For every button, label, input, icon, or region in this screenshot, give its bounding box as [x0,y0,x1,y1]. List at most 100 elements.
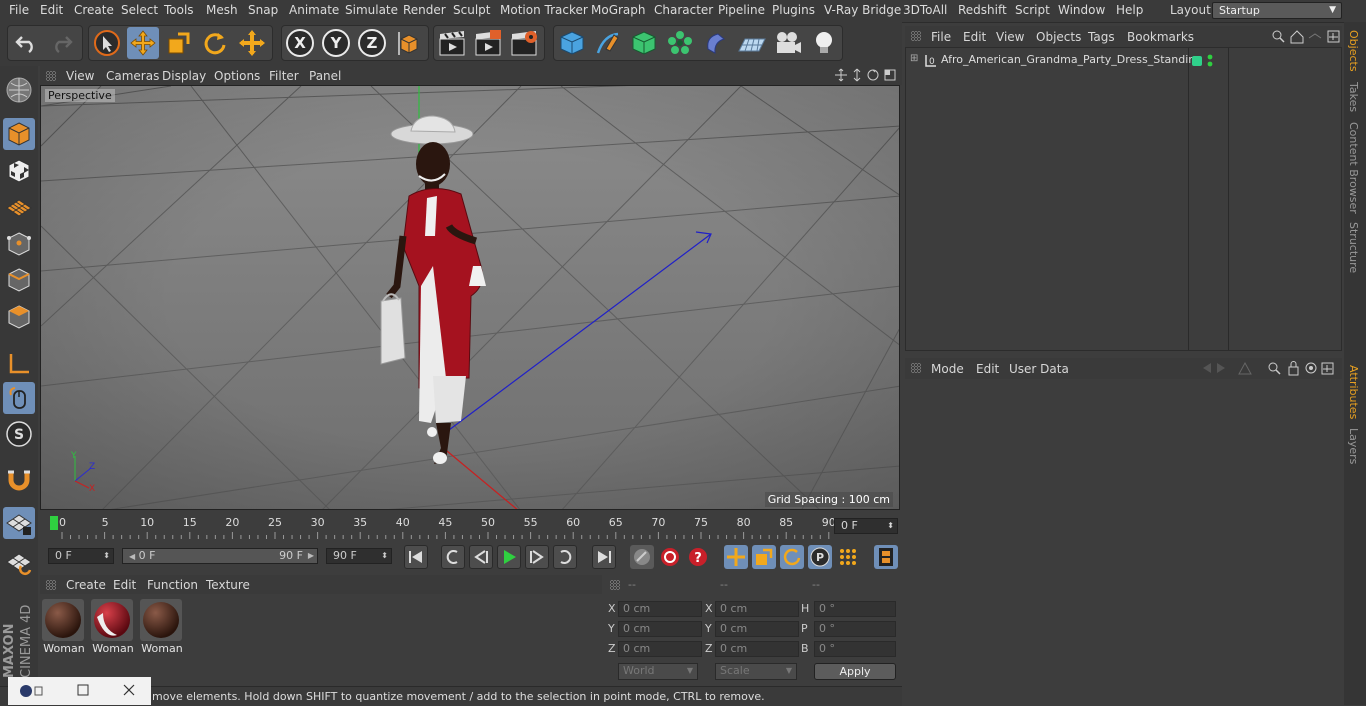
previous-key-button[interactable] [441,545,465,569]
x-axis-lock-button[interactable]: X [284,27,316,59]
rotation-p-field[interactable]: 0 ° [814,621,896,637]
rotation-h-field[interactable]: 0 ° [814,601,896,617]
menu-vray-bridge[interactable]: V-Ray Bridge [824,3,901,17]
tab-attributes[interactable]: Attributes [1347,365,1360,419]
attributes-menu-user-data[interactable]: User Data [1009,362,1069,376]
play-button[interactable] [497,545,521,569]
live-selection-button[interactable] [91,27,123,59]
viewport-nav-icons[interactable] [834,68,900,83]
menu-mograph[interactable]: MoGraph [591,3,646,17]
model-mode-button[interactable] [3,118,35,150]
scale-select[interactable]: Scale ▼ [715,663,797,680]
workplane-lock-button[interactable] [3,507,35,539]
record-keys-button[interactable] [630,545,654,569]
attributes-menu-mode[interactable]: Mode [931,362,964,376]
viewport-menu-view[interactable]: View [66,69,94,83]
render-settings-button[interactable] [508,27,540,59]
previous-frame-button[interactable] [469,545,493,569]
polygons-mode-button[interactable] [3,301,35,333]
render-view-button[interactable] [436,27,468,59]
close-icon[interactable] [122,683,136,697]
redo-button[interactable] [46,27,78,59]
menu-snap[interactable]: Snap [248,3,278,17]
coordinate-system-button[interactable] [393,27,425,59]
workplane-snap-button[interactable] [3,546,35,578]
visibility-dots-icon[interactable] [1206,54,1214,68]
objects-menu-objects[interactable]: Objects [1036,30,1081,44]
key-pla-button[interactable] [836,545,860,569]
menu-window[interactable]: Window [1058,3,1105,17]
menu-edit[interactable]: Edit [40,3,63,17]
move-tool-button[interactable] [127,27,159,59]
light-button[interactable] [808,27,840,59]
tab-takes[interactable]: Takes [1347,82,1360,112]
key-parameter-button[interactable]: P [808,545,832,569]
objects-menu-file[interactable]: File [931,30,951,44]
end-frame-field[interactable]: 90 F ⬍ [326,548,392,564]
make-editable-button[interactable] [3,74,35,106]
app-restore-icon[interactable] [18,683,44,699]
start-frame-field[interactable]: 0 F ⬍ [48,548,114,564]
tab-layers[interactable]: Layers [1347,428,1360,464]
key-scale-button[interactable] [752,545,776,569]
menu-3dtoall[interactable]: 3DToAll [903,3,947,17]
material-swatch[interactable]: Woman [42,599,86,655]
menu-script[interactable]: Script [1015,3,1050,17]
menu-select[interactable]: Select [121,3,158,17]
deformer-button[interactable] [700,27,732,59]
solo-button[interactable]: S [3,418,35,450]
tweak-mode-button[interactable] [3,382,35,414]
menu-render[interactable]: Render [403,3,446,17]
cloner-button[interactable] [664,27,696,59]
timeline-ruler[interactable]: 0 5 10 15 20 25 30 35 40 45 50 55 60 65 70 75 80 85 90 0 F… [40,512,902,542]
menu-sculpt[interactable]: Sculpt [453,3,490,17]
position-z-field[interactable]: 0 cm [618,641,702,657]
menu-file[interactable]: File [9,3,29,17]
workplane-mode-button[interactable] [3,191,35,223]
camera-label[interactable]: Perspective [45,89,115,102]
key-rotation-button[interactable] [780,545,804,569]
rotate-tool-button[interactable] [199,27,231,59]
menu-pipeline[interactable]: Pipeline [718,3,765,17]
object-manager-nav-icons[interactable] [1271,29,1341,44]
objects-menu-edit[interactable]: Edit [963,30,986,44]
expand-icon[interactable]: ⊞ [910,53,918,64]
current-frame-field[interactable]: 0 F ⬍ [834,518,898,534]
next-key-button[interactable] [553,545,577,569]
material-menu-texture[interactable]: Texture [206,578,250,592]
menu-help[interactable]: Help [1116,3,1143,17]
autokeying-button[interactable] [658,545,682,569]
go-to-start-button[interactable] [404,545,428,569]
scale-tool-button[interactable] [163,27,195,59]
menu-tools[interactable]: Tools [164,3,194,17]
render-picture-viewer-button[interactable] [472,27,504,59]
material-menu-function[interactable]: Function [147,578,198,592]
viewport-perspective[interactable]: Y Z X Perspective Grid Spacing : 100 cm [40,85,900,510]
menu-character[interactable]: Character [654,3,713,17]
frame-range-slider[interactable]: ◀ 0 F 90 F ▶ [122,548,318,564]
objects-menu-view[interactable]: View [996,30,1024,44]
attributes-menu-edit[interactable]: Edit [976,362,999,376]
list-item[interactable]: ⊞ 0 Afro_American_Grandma_Party_Dress_St… [906,52,1202,69]
position-y-field[interactable]: 0 cm [618,621,702,637]
layout-select[interactable]: Startup ▼ [1212,2,1342,19]
cube-button[interactable] [556,27,588,59]
tab-structure[interactable]: Structure [1347,222,1360,273]
menu-animate[interactable]: Animate [289,3,339,17]
pen-spline-button[interactable] [592,27,624,59]
undo-button[interactable] [10,27,42,59]
material-swatch[interactable]: Woman [140,599,184,655]
layer-color-icon[interactable] [1192,56,1202,66]
go-to-end-button[interactable] [592,545,616,569]
objects-menu-tags[interactable]: Tags [1088,30,1115,44]
axis-mode-button[interactable] [3,348,35,380]
apply-button[interactable]: Apply [814,663,896,680]
size-x-field[interactable]: 0 cm [715,601,799,617]
edges-mode-button[interactable] [3,264,35,296]
y-axis-lock-button[interactable]: Y [320,27,352,59]
camera-button[interactable] [772,27,804,59]
menu-mesh[interactable]: Mesh [206,3,238,17]
menu-simulate[interactable]: Simulate [345,3,398,17]
keyframe-selection-button[interactable]: ? [686,545,710,569]
tab-content-browser[interactable]: Content Browser [1347,122,1360,214]
